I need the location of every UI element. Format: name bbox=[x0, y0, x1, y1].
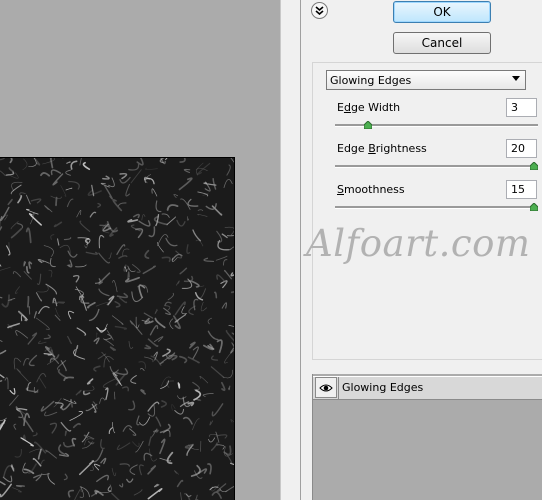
smoothness-slider[interactable] bbox=[335, 206, 538, 209]
edge-brightness-slider-thumb[interactable] bbox=[530, 162, 538, 170]
watermark: Alfoart.com bbox=[306, 222, 531, 265]
panel-divider bbox=[280, 0, 300, 500]
ok-button[interactable]: OK bbox=[393, 1, 491, 23]
filter-preview-image[interactable] bbox=[0, 157, 235, 500]
edge-brightness-input[interactable]: 20 bbox=[506, 139, 537, 158]
smoothness-slider-thumb[interactable] bbox=[530, 203, 538, 211]
double-chevron-down-icon[interactable] bbox=[311, 2, 328, 19]
filter-select-value: Glowing Edges bbox=[330, 73, 412, 87]
smoothness-label: Smoothness bbox=[337, 183, 405, 196]
smoothness-input[interactable]: 15 bbox=[506, 180, 537, 199]
filter-select[interactable]: Glowing Edges bbox=[326, 70, 526, 90]
eye-icon[interactable] bbox=[315, 377, 337, 398]
edge-brightness-label: Edge Brightness bbox=[337, 142, 427, 155]
edge-brightness-slider[interactable] bbox=[335, 165, 538, 168]
triangle-down-icon bbox=[512, 76, 520, 81]
edge-width-input[interactable]: 3 bbox=[506, 98, 537, 117]
edge-width-label: Edge Width bbox=[337, 101, 401, 114]
cancel-button[interactable]: Cancel bbox=[393, 32, 491, 54]
effect-layer-name: Glowing Edges bbox=[342, 381, 424, 394]
edge-width-slider-thumb[interactable] bbox=[364, 121, 373, 129]
layer-separator bbox=[338, 377, 339, 399]
